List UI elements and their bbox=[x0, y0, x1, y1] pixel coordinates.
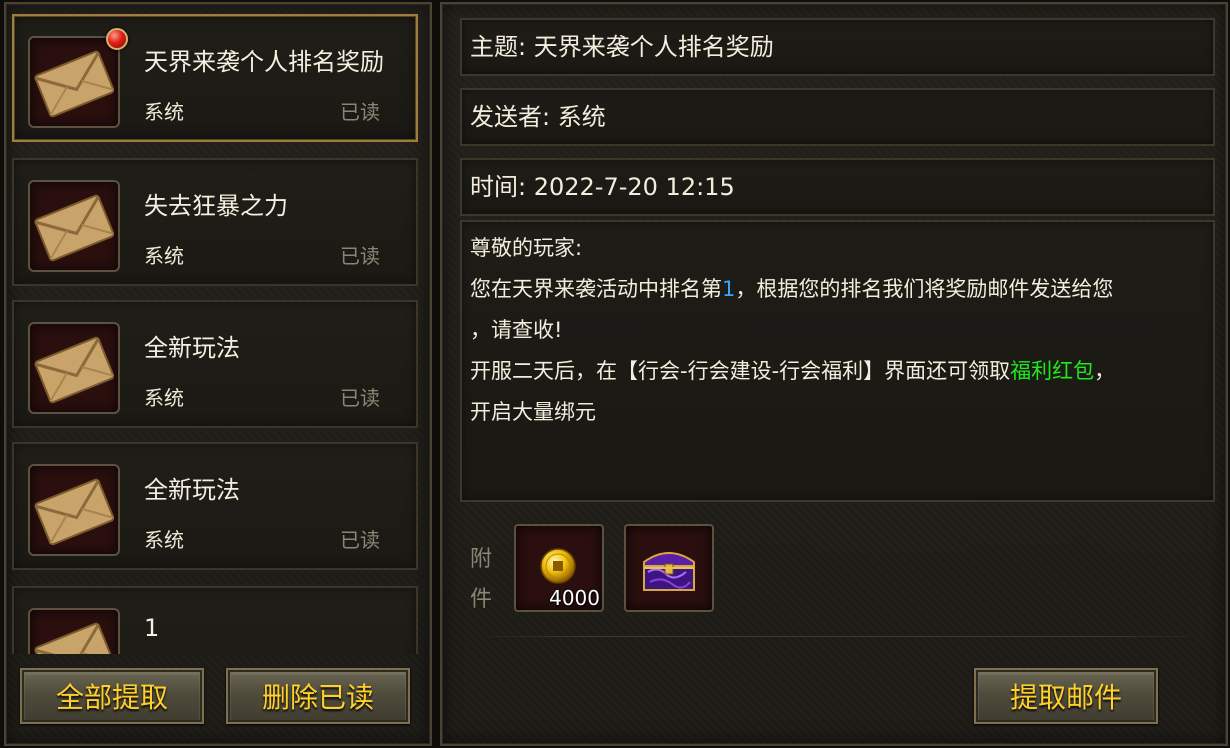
mail-sender: 系统 bbox=[144, 528, 184, 552]
mail-item-selected[interactable]: 天界来袭个人排名奖励 系统 已读 bbox=[12, 14, 418, 142]
claim-mail-button[interactable]: 提取邮件 bbox=[974, 668, 1158, 724]
body-text: ， bbox=[1094, 359, 1116, 383]
mail-body: 尊敬的玩家: 您在天界来袭活动中排名第1，根据您的排名我们将奖励邮件发送给您 ，… bbox=[460, 220, 1215, 502]
welfare-red-packet-link[interactable]: 福利红包 bbox=[1010, 359, 1094, 383]
attachment-count: 4000 bbox=[549, 586, 600, 610]
attachment-label-char: 件 bbox=[469, 587, 492, 612]
envelope-icon bbox=[28, 608, 120, 654]
mail-title: 1 bbox=[144, 614, 160, 642]
envelope-icon bbox=[28, 180, 120, 272]
mail-sender-field: 发送者: 系统 bbox=[460, 88, 1215, 146]
mail-sender: 系统 bbox=[144, 386, 184, 410]
rank-value: 1 bbox=[722, 277, 736, 301]
mail-status: 已读 bbox=[340, 528, 380, 552]
mail-title: 全新玩法 bbox=[144, 334, 240, 362]
mail-time: 时间: 2022-7-20 12:15 bbox=[460, 158, 1215, 216]
attachment-label-char: 附 bbox=[469, 547, 492, 572]
mail-item[interactable]: 1 bbox=[12, 586, 418, 654]
treasure-chest-icon bbox=[643, 552, 695, 591]
gold-coin-icon bbox=[540, 548, 576, 584]
mail-sender: 系统 bbox=[144, 100, 184, 124]
body-greeting: 尊敬的玩家: bbox=[470, 236, 583, 260]
body-line: 您在天界来袭活动中排名第1，根据您的排名我们将奖励邮件发送给您 bbox=[470, 269, 1205, 310]
envelope-icon bbox=[28, 322, 120, 414]
mail-status: 已读 bbox=[340, 386, 380, 410]
attachment-slot-chest[interactable] bbox=[624, 524, 714, 612]
attachment-slot-gold[interactable]: 4000 bbox=[514, 524, 604, 612]
body-text: 开服二天后，在【行会-行会建设-行会福利】界面还可领取 bbox=[470, 359, 1011, 383]
mail-item[interactable]: 失去狂暴之力 系统 已读 bbox=[12, 158, 418, 286]
claim-all-button[interactable]: 全部提取 bbox=[20, 668, 204, 724]
mail-sender: 系统 bbox=[144, 244, 184, 268]
mail-item[interactable]: 全新玩法 系统 已读 bbox=[12, 300, 418, 428]
mail-title: 天界来袭个人排名奖励 bbox=[144, 48, 384, 76]
envelope-icon bbox=[28, 464, 120, 556]
body-line: 开服二天后，在【行会-行会建设-行会福利】界面还可领取福利红包， bbox=[470, 351, 1205, 392]
attachment-label: 附 件 bbox=[466, 540, 496, 620]
mail-status: 已读 bbox=[340, 100, 380, 124]
mail-subject: 主题: 天界来袭个人排名奖励 bbox=[460, 18, 1215, 76]
body-text: ，根据您的排名我们将奖励邮件发送给您 bbox=[735, 277, 1114, 301]
mail-status: 已读 bbox=[340, 244, 380, 268]
mail-item[interactable]: 全新玩法 系统 已读 bbox=[12, 442, 418, 570]
body-line: 开启大量绑元 bbox=[470, 400, 596, 424]
unread-badge-icon bbox=[106, 28, 128, 50]
delete-read-button[interactable]: 删除已读 bbox=[226, 668, 410, 724]
body-line: ，请查收! bbox=[470, 318, 563, 342]
mail-list[interactable]: 天界来袭个人排名奖励 系统 已读 失去狂暴之力 系统 已读 全新玩法 系统 已读… bbox=[12, 12, 418, 654]
divider bbox=[470, 636, 1210, 637]
mail-title: 失去狂暴之力 bbox=[144, 192, 288, 220]
mail-title: 全新玩法 bbox=[144, 476, 240, 504]
body-text: 您在天界来袭活动中排名第 bbox=[470, 277, 722, 301]
envelope-icon bbox=[28, 36, 120, 128]
